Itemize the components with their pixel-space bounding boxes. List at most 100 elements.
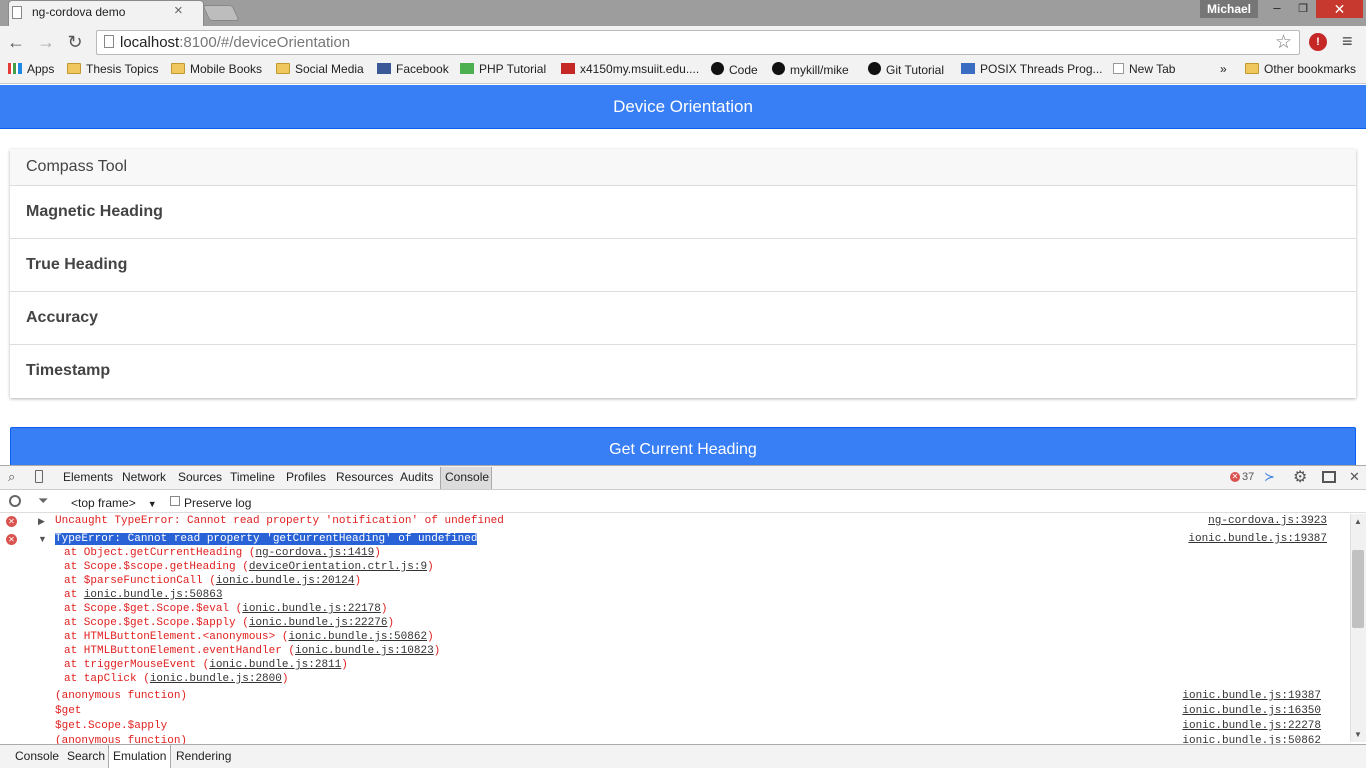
preserve-log-checkbox[interactable] [170,496,180,506]
app-title: Device Orientation [613,97,753,116]
console-drawer-icon[interactable]: ≻ [1264,469,1275,485]
expand-arrow-icon[interactable]: ▶ [38,516,45,527]
stack-link[interactable]: ionic.bundle.js:2811 [209,659,341,671]
clear-console-icon[interactable] [9,495,21,507]
bookmark-x4150[interactable]: x4150my.msuiit.edu.... [561,62,699,76]
error-message[interactable]: Uncaught TypeError: Cannot read property… [55,515,504,527]
stack-link[interactable]: ionic.bundle.js:2800 [150,673,282,685]
source-link[interactable]: ionic.bundle.js:19387 [1127,533,1327,545]
stack-link[interactable]: ionic.bundle.js:22178 [242,603,381,615]
tab-title: ng-cordova demo [32,5,126,19]
stack-line: at Scope.$get.Scope.$eval (ionic.bundle.… [64,603,388,615]
tab-console[interactable]: Console [445,470,489,484]
source-link[interactable]: ionic.bundle.js:19387 [1121,690,1321,702]
tab-strip [0,0,1366,26]
github-icon [772,62,785,75]
tab-audits[interactable]: Audits [400,470,433,484]
tab-timeline[interactable]: Timeline [230,470,275,484]
bookmarks-overflow-button[interactable]: » [1220,62,1227,76]
source-link[interactable]: ionic.bundle.js:22278 [1121,720,1321,732]
bookmark-php-tutorial[interactable]: PHP Tutorial [460,62,546,76]
extension-icon[interactable]: ! [1309,33,1327,51]
stack-link[interactable]: ng-cordova.js:1419 [255,547,374,559]
page-icon [1113,63,1124,74]
bookmark-mobile-books[interactable]: Mobile Books [171,62,262,76]
error-message[interactable]: TypeError: Cannot read property 'getCurr… [55,533,478,545]
page-icon [104,35,114,48]
iit-icon [561,63,575,74]
profile-button[interactable]: Michael [1200,0,1258,18]
back-icon[interactable]: ← [5,30,27,54]
reload-icon[interactable]: ↻ [64,30,86,54]
tab-sources[interactable]: Sources [178,470,222,484]
stack-link[interactable]: ionic.bundle.js:50862 [288,631,427,643]
preserve-log-label: Preserve log [184,496,252,510]
source-link[interactable]: ionic.bundle.js:50862 [1121,735,1321,744]
error-count[interactable]: 37 [1242,471,1254,483]
bookmark-star-icon[interactable]: ☆ [1275,31,1292,54]
stack-line: at Scope.$get.Scope.$apply (ionic.bundle… [64,617,395,629]
source-link[interactable]: ng-cordova.js:3923 [1127,515,1327,527]
bookmark-thesis-topics[interactable]: Thesis Topics [67,62,158,76]
stack-line: at tapClick (ionic.bundle.js:2800) [64,673,289,685]
scrollbar-thumb[interactable] [1352,550,1364,628]
tab-close-icon[interactable]: × [174,2,183,19]
stack-line: at HTMLButtonElement.eventHandler (ionic… [64,645,441,657]
true-heading-label: True Heading [26,256,128,273]
collapse-arrow-icon[interactable]: ▼ [38,534,47,544]
bookmark-facebook[interactable]: Facebook [377,62,449,76]
tab-profiles[interactable]: Profiles [286,470,326,484]
stack-link[interactable]: ionic.bundle.js:22276 [249,617,388,629]
inspect-search-icon[interactable]: ⌕ [8,469,15,485]
list-item [10,345,1356,398]
close-window-button[interactable]: ✕ [1316,0,1363,18]
scroll-up-icon[interactable]: ▲ [1354,517,1362,526]
scroll-down-icon[interactable]: ▼ [1354,730,1362,739]
bookmark-git-tutorial[interactable]: Git Tutorial [868,62,944,77]
timestamp-label: Timestamp [26,362,111,379]
device-mode-icon[interactable] [35,470,43,483]
close-devtools-icon[interactable]: ✕ [1349,469,1360,485]
error-icon[interactable]: ✕ [1230,472,1240,482]
drawer-tab-search[interactable]: Search [67,749,105,763]
stack-link[interactable]: deviceOrientation.ctrl.js:9 [249,561,427,573]
trace-function: (anonymous function) [55,735,188,744]
folder-icon [1245,63,1259,74]
list-item [10,186,1356,239]
menu-icon[interactable]: ≡ [1342,31,1353,52]
filter-icon[interactable]: ⏷ [38,493,48,509]
tab-network[interactable]: Network [122,470,166,484]
drawer-tab-console[interactable]: Console [15,749,59,763]
posix-icon [961,63,975,74]
bookmark-social-media[interactable]: Social Media [276,62,364,76]
drawer-tab-rendering[interactable]: Rendering [176,749,231,763]
drawer-tab-emulation[interactable]: Emulation [113,749,166,763]
gear-icon[interactable]: ⚙ [1293,467,1307,487]
bookmark-new-tab[interactable]: New Tab [1113,62,1175,76]
source-link[interactable]: ionic.bundle.js:16350 [1121,705,1321,717]
bookmark-code[interactable]: Code [711,62,758,77]
bookmark-posix-threads[interactable]: POSIX Threads Prog... [961,62,1103,76]
page-icon [12,6,22,19]
folder-icon [171,63,185,74]
console-scrollbar[interactable] [1350,514,1366,742]
stack-line: at $parseFunctionCall (ionic.bundle.js:2… [64,575,362,587]
tab-elements[interactable]: Elements [63,470,113,484]
forward-icon[interactable]: → [35,30,57,54]
stack-link[interactable]: ionic.bundle.js:50863 [84,589,223,601]
list-item [10,292,1356,345]
stack-link[interactable]: ionic.bundle.js:20124 [216,575,355,587]
bookmark-apps[interactable]: Apps [8,62,54,76]
maximize-button[interactable]: ❐ [1291,0,1315,18]
other-bookmarks[interactable]: Other bookmarks [1245,62,1356,76]
error-icon: ✕ [6,534,17,545]
github-icon [711,62,724,75]
frame-select[interactable]: <top frame> ▼ [71,496,157,510]
tab-resources[interactable]: Resources [336,470,393,484]
stack-link[interactable]: ionic.bundle.js:10823 [295,645,434,657]
url-text[interactable]: localhost:8100/#/deviceOrientation [120,34,350,51]
bookmark-mykill-mike[interactable]: mykill/mike [772,62,849,77]
dock-side-icon[interactable] [1322,471,1336,483]
minimize-button[interactable]: – [1265,0,1289,18]
stack-line: at HTMLButtonElement.<anonymous> (ionic.… [64,631,434,643]
